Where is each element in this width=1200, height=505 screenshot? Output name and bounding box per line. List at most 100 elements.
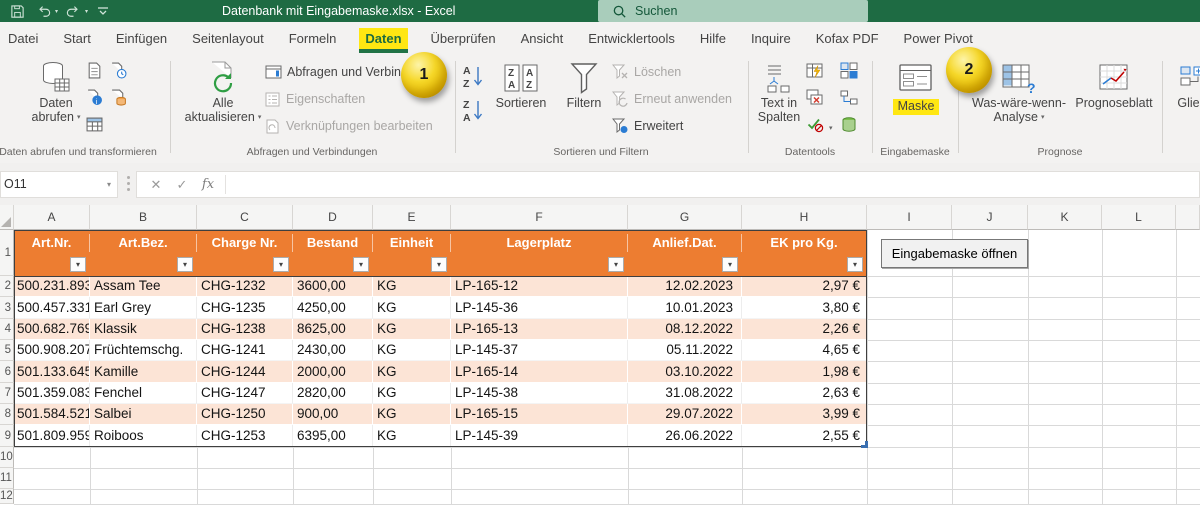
row-header-12[interactable]: 12	[0, 489, 14, 504]
table-cell[interactable]: 501.133.645	[14, 361, 90, 383]
insert-function-icon[interactable]: fx	[195, 177, 221, 192]
table-cell[interactable]: 3,80 €	[742, 297, 867, 319]
tab-ansicht[interactable]: Ansicht	[519, 28, 566, 49]
text-to-columns-button[interactable]: Text in Spalten	[752, 59, 806, 124]
table-cell[interactable]: 2,55 €	[742, 425, 867, 447]
table-cell[interactable]: 31.08.2022	[628, 383, 742, 404]
table-cell[interactable]: 500.908.207	[14, 340, 90, 361]
filter-button[interactable]	[273, 257, 289, 272]
table-cell[interactable]: 08.12.2022	[628, 319, 742, 340]
filter-button[interactable]	[177, 257, 193, 272]
undo-icon[interactable]	[32, 2, 54, 20]
tab-seitenlayout[interactable]: Seitenlayout	[190, 28, 266, 49]
filter-button[interactable]	[847, 257, 863, 272]
table-cell[interactable]: 2430,00	[293, 340, 373, 361]
enter-icon[interactable]: ✓	[169, 177, 195, 193]
select-all-corner[interactable]	[0, 205, 14, 230]
column-header-J[interactable]: J	[952, 205, 1028, 230]
tab-inquire[interactable]: Inquire	[749, 28, 793, 49]
refresh-all-button[interactable]: Alle aktualisieren	[185, 59, 261, 124]
row-header-6[interactable]: 6	[0, 361, 14, 383]
group-outline-button[interactable]: Glied	[1164, 59, 1200, 111]
tab-kofax-pdf[interactable]: Kofax PDF	[814, 28, 881, 49]
table-cell[interactable]: Roiboos	[90, 425, 197, 447]
table-cell[interactable]: 03.10.2022	[628, 361, 742, 383]
table-cell[interactable]: 4250,00	[293, 297, 373, 319]
table-cell[interactable]: 500.682.769	[14, 319, 90, 340]
advanced-filter-button[interactable]: Erweitert	[612, 116, 683, 136]
table-cell[interactable]: 500.457.331	[14, 297, 90, 319]
table-cell[interactable]: LP-145-39	[451, 425, 628, 447]
from-text-csv-icon[interactable]	[86, 62, 103, 79]
table-cell[interactable]: KG	[373, 297, 451, 319]
table-cell[interactable]: Earl Grey	[90, 297, 197, 319]
row-header-8[interactable]: 8	[0, 404, 14, 425]
table-cell[interactable]: 2,63 €	[742, 383, 867, 404]
column-header-H[interactable]: H	[742, 205, 867, 230]
row-header-7[interactable]: 7	[0, 383, 14, 404]
table-cell[interactable]: 2820,00	[293, 383, 373, 404]
table-cell[interactable]: 501.809.959	[14, 425, 90, 447]
filter-button[interactable]	[70, 257, 86, 272]
recent-sources-icon[interactable]	[110, 62, 127, 79]
table-cell[interactable]: 501.584.521	[14, 404, 90, 425]
get-data-button[interactable]: Daten abrufen	[24, 59, 88, 124]
consolidate-icon[interactable]	[840, 62, 858, 79]
filter-button[interactable]	[722, 257, 738, 272]
table-cell[interactable]: Salbei	[90, 404, 197, 425]
table-cell[interactable]: KG	[373, 319, 451, 340]
table-cell[interactable]: LP-145-37	[451, 340, 628, 361]
row-header-4[interactable]: 4	[0, 319, 14, 340]
chevron-down-icon[interactable]: ▾	[107, 172, 111, 197]
row-header-1[interactable]: 1	[0, 230, 14, 276]
table-cell[interactable]: 6395,00	[293, 425, 373, 447]
data-validation-icon[interactable]	[806, 116, 824, 133]
chevron-down-icon[interactable]: ▾	[85, 8, 88, 15]
row-header-3[interactable]: 3	[0, 297, 14, 319]
column-header-partial[interactable]	[1176, 205, 1200, 230]
table-cell[interactable]: KG	[373, 425, 451, 447]
column-header-C[interactable]: C	[197, 205, 293, 230]
chevron-down-icon[interactable]: ▾	[55, 8, 58, 15]
flash-fill-icon[interactable]	[806, 62, 824, 79]
table-cell[interactable]: 4,65 €	[742, 340, 867, 361]
table-cell[interactable]: CHG-1235	[197, 297, 293, 319]
table-cell[interactable]: 2,26 €	[742, 319, 867, 340]
column-header-A[interactable]: A	[14, 205, 90, 230]
tab-hilfe[interactable]: Hilfe	[698, 28, 728, 49]
open-form-button[interactable]: Eingabemaske öffnen	[881, 239, 1028, 268]
table-cell[interactable]: 29.07.2022	[628, 404, 742, 425]
table-cell[interactable]: CHG-1244	[197, 361, 293, 383]
forecast-sheet-button[interactable]: Prognoseblatt	[1070, 59, 1158, 111]
table-cell[interactable]: 3600,00	[293, 276, 373, 297]
column-header-F[interactable]: F	[451, 205, 628, 230]
formula-input[interactable]	[226, 172, 1199, 197]
redo-icon[interactable]	[62, 2, 84, 20]
column-header-D[interactable]: D	[293, 205, 373, 230]
table-cell[interactable]: 3,99 €	[742, 404, 867, 425]
tab-einf-gen[interactable]: Einfügen	[114, 28, 169, 49]
column-header-K[interactable]: K	[1028, 205, 1102, 230]
table-cell[interactable]: Klassik	[90, 319, 197, 340]
tab-daten[interactable]: Daten	[359, 28, 408, 53]
row-header-2[interactable]: 2	[0, 276, 14, 297]
table-cell[interactable]: KG	[373, 276, 451, 297]
tab--berpr-fen[interactable]: Überprüfen	[429, 28, 498, 49]
relationships-icon[interactable]	[840, 89, 858, 106]
table-cell[interactable]: KG	[373, 383, 451, 404]
cancel-icon[interactable]: ✕	[143, 177, 169, 193]
table-cell[interactable]: LP-165-14	[451, 361, 628, 383]
table-cell[interactable]: CHG-1232	[197, 276, 293, 297]
filter-button[interactable]	[353, 257, 369, 272]
table-cell[interactable]: Assam Tee	[90, 276, 197, 297]
mask-button[interactable]: Maske	[886, 59, 946, 115]
column-header-G[interactable]: G	[628, 205, 742, 230]
row-header-5[interactable]: 5	[0, 340, 14, 361]
table-cell[interactable]: 501.359.083	[14, 383, 90, 404]
table-cell[interactable]: KG	[373, 340, 451, 361]
tab-power-pivot[interactable]: Power Pivot	[902, 28, 975, 49]
manage-data-model-icon[interactable]	[840, 116, 858, 133]
existing-connections-icon[interactable]	[110, 89, 127, 106]
table-cell[interactable]: CHG-1241	[197, 340, 293, 361]
remove-duplicates-icon[interactable]	[806, 89, 824, 106]
